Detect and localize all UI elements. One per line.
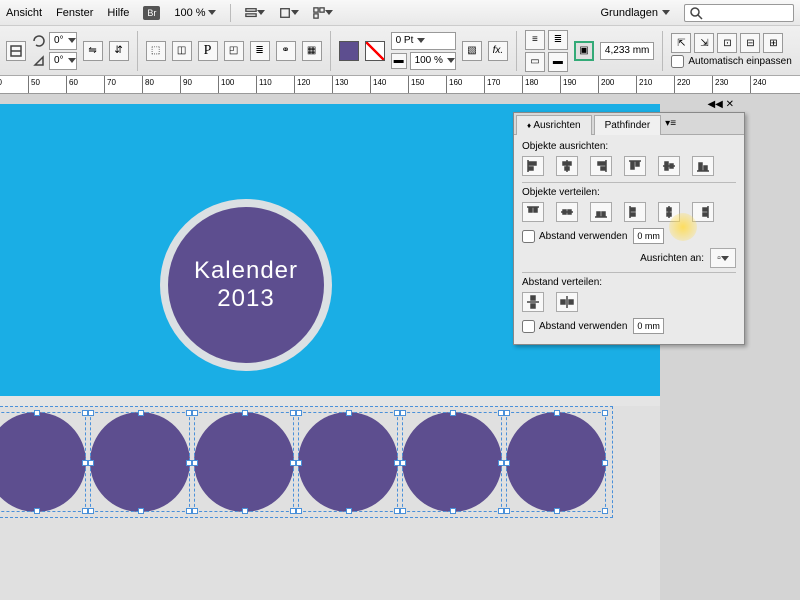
control-bar: 0° 0° ⇋ ⇵ ⬚ ◫ P ◰ ≣ ⚭ ▦ 0 Pt ▬ 100 % ▧ f…: [0, 26, 800, 76]
link-icon[interactable]: ⚭: [276, 41, 296, 61]
effects-icon[interactable]: fx.: [488, 41, 508, 61]
autofit-checkbox[interactable]: Automatisch einpassen: [671, 55, 791, 68]
drop-shadow-icon[interactable]: ▧: [462, 41, 482, 61]
select-content-icon[interactable]: ◫: [172, 41, 192, 61]
spacing2-input[interactable]: 0 mm: [633, 318, 664, 334]
align-vcenter-button[interactable]: [658, 156, 680, 176]
arrange-icon[interactable]: [313, 3, 333, 23]
select-container-icon[interactable]: ⬚: [146, 41, 166, 61]
wrap-mode2-icon[interactable]: ▬: [548, 52, 568, 72]
use-spacing-checkbox[interactable]: Abstand verwenden: [522, 230, 627, 243]
selection-bounding-box[interactable]: [0, 406, 613, 518]
flip-h-icon[interactable]: ⇋: [83, 41, 103, 61]
shear-input[interactable]: 0°: [49, 52, 77, 70]
search-icon: [689, 6, 703, 20]
spacing-input[interactable]: 0 mm: [633, 228, 664, 244]
opacity-input[interactable]: 100 %: [410, 52, 456, 70]
view-options-icon[interactable]: [245, 3, 265, 23]
wrap-mode-icon[interactable]: ▭: [525, 52, 545, 72]
align-panel[interactable]: ♦ Ausrichten Pathfinder ▾≡ ◀◀ ✕ Objekte …: [513, 112, 745, 345]
align-to-dropdown[interactable]: ▫: [710, 248, 736, 268]
use-spacing2-label: Abstand verwenden: [539, 321, 627, 332]
title-line1: Kalender: [194, 257, 298, 285]
autofit-check[interactable]: [671, 55, 684, 68]
panel-tabs: ♦ Ausrichten Pathfinder ▾≡ ◀◀ ✕: [514, 113, 744, 135]
use-spacing-check[interactable]: [522, 230, 535, 243]
align-left-button[interactable]: [522, 156, 544, 176]
distribute-section-label: Objekte verteilen:: [522, 187, 736, 198]
screen-mode-icon[interactable]: [279, 3, 299, 23]
distribute-right-button[interactable]: [692, 202, 714, 222]
use-spacing-label: Abstand verwenden: [539, 231, 627, 242]
align-right-button[interactable]: [590, 156, 612, 176]
text-align2-icon[interactable]: ≣: [548, 30, 568, 50]
workspace-dropdown[interactable]: Grundlagen: [601, 7, 671, 19]
paragraph-style-icon[interactable]: P: [198, 41, 218, 61]
bridge-icon[interactable]: Br: [143, 6, 160, 20]
distribute-vspace-button[interactable]: [522, 292, 544, 312]
menu-hilfe[interactable]: Hilfe: [107, 7, 129, 19]
fill-swatch[interactable]: [339, 41, 359, 61]
fit-content-icon[interactable]: ⇱: [671, 33, 691, 53]
rotation-input[interactable]: 0°: [49, 32, 77, 50]
tab-align[interactable]: ♦ Ausrichten: [516, 115, 592, 135]
distribute-top-button[interactable]: [522, 202, 544, 222]
menu-bar: Ansicht Fenster Hilfe Br 100 % Grundlage…: [0, 0, 800, 26]
distribute-spacing-label: Abstand verteilen:: [522, 277, 736, 288]
text-align-icon[interactable]: ≡: [525, 30, 545, 50]
chevron-down-icon: [662, 10, 670, 15]
apply-fill-icon[interactable]: ▬: [391, 53, 407, 69]
menu-ansicht[interactable]: Ansicht: [6, 7, 42, 19]
align-section-label: Objekte ausrichten:: [522, 141, 736, 152]
title-circle[interactable]: Kalender 2013: [168, 207, 324, 363]
center-content-icon[interactable]: ⊡: [717, 33, 737, 53]
distribute-bottom-button[interactable]: [590, 202, 612, 222]
align-bottom-button[interactable]: [692, 156, 714, 176]
distribute-hcenter-button[interactable]: [658, 202, 680, 222]
close-icon[interactable]: ◀◀ ✕: [701, 99, 740, 110]
panel-menu-icon[interactable]: ▾≡: [661, 118, 680, 129]
workspace-label: Grundlagen: [601, 7, 659, 19]
chevron-down-icon: [208, 10, 216, 15]
fit-frame-icon[interactable]: ⇲: [694, 33, 714, 53]
align-hcenter-button[interactable]: [556, 156, 578, 176]
autofit-label: Automatisch einpassen: [688, 56, 791, 67]
text-wrap-icon[interactable]: ≣: [250, 41, 270, 61]
align-top-button[interactable]: [624, 156, 646, 176]
distribute-hspace-button[interactable]: [556, 292, 578, 312]
use-spacing2-checkbox[interactable]: Abstand verwenden: [522, 320, 627, 333]
menu-fenster[interactable]: Fenster: [56, 7, 93, 19]
reference-point-icon[interactable]: [6, 41, 26, 61]
frame-fitting-icon[interactable]: ▣: [574, 41, 594, 61]
stroke-weight-input[interactable]: 0 Pt: [391, 32, 456, 50]
canvas[interactable]: Kalender 2013 ♦ Ausrichten Pathfinder ▾≡…: [0, 94, 800, 600]
search-input[interactable]: [684, 4, 794, 22]
ruler-horizontal[interactable]: 4050607080901001101201301401501601701801…: [0, 76, 800, 94]
align-to-label: Ausrichten an:: [640, 253, 704, 264]
stroke-swatch[interactable]: [365, 41, 385, 61]
flip-v-icon[interactable]: ⇵: [109, 41, 129, 61]
fit-prop-icon[interactable]: ⊟: [740, 33, 760, 53]
corner-options-icon[interactable]: ◰: [224, 41, 244, 61]
fill-prop-icon[interactable]: ⊞: [763, 33, 783, 53]
title-line2: 2013: [217, 285, 274, 313]
zoom-level[interactable]: 100 %: [174, 7, 215, 19]
distribute-left-button[interactable]: [624, 202, 646, 222]
use-spacing2-check[interactable]: [522, 320, 535, 333]
measure-input[interactable]: 4,233 mm: [600, 42, 654, 60]
zoom-value: 100 %: [174, 7, 205, 19]
divider-stripe: [0, 396, 660, 406]
object-states-icon[interactable]: ▦: [302, 41, 322, 61]
tab-pathfinder[interactable]: Pathfinder: [594, 115, 662, 135]
rotate-icon: [32, 34, 46, 48]
distribute-vcenter-button[interactable]: [556, 202, 578, 222]
shear-icon: [32, 54, 46, 68]
